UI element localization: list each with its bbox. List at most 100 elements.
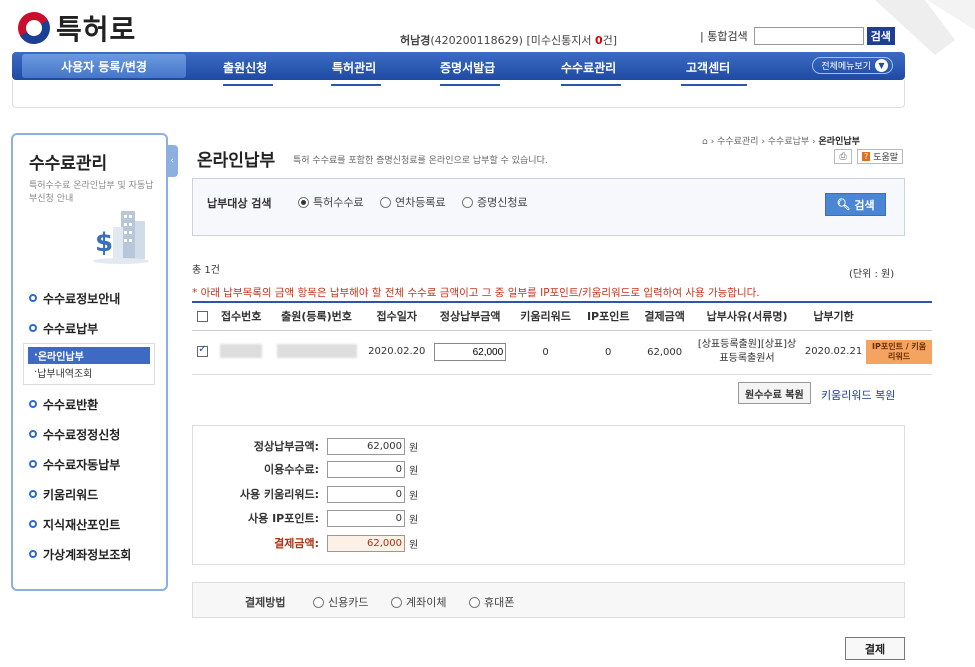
summary-fee-row: 이용수수료: 0 원 <box>193 459 453 479</box>
nav-underline <box>561 84 621 86</box>
sidebar-item-ip-point[interactable]: 지식재산포인트 <box>29 509 159 539</box>
row-point: 0 <box>580 330 637 375</box>
bullet-icon <box>29 550 37 558</box>
payment-target-search: 납부대상 검색 특허수수료 연차등록료 증명신청료 🔍︎ 검색 <box>192 178 905 236</box>
summary-fee-label: 이용수수료: <box>264 463 319 476</box>
col-deadline: 납부기한 <box>800 301 867 331</box>
receipt-no-redacted <box>220 343 263 358</box>
breadcrumb-current: 온라인납부 <box>818 137 860 147</box>
search-button[interactable]: 🔍︎ 검색 <box>825 193 886 216</box>
sidebar-item-fee-correction[interactable]: 수수료정정신청 <box>29 419 159 449</box>
integrated-search-button[interactable]: 검색 <box>866 27 895 45</box>
radio-mobile[interactable]: 휴대폰 <box>469 594 514 610</box>
col-application-no: 출원(등록)번호 <box>268 301 365 331</box>
restore-fee-button[interactable]: 원수수료 복원 <box>738 382 811 404</box>
sidebar-item-fee-refund[interactable]: 수수료반환 <box>29 389 159 419</box>
summary-normal-value: 62,000 <box>327 437 405 455</box>
nav-item-application[interactable]: 출원신청 <box>223 59 267 76</box>
sidebar-item-auto-payment[interactable]: 수수료자동납부 <box>29 449 159 479</box>
integrated-search-input[interactable] <box>753 27 864 45</box>
nav-item-certificate[interactable]: 증명서발급 <box>440 59 495 76</box>
restore-reward-link[interactable]: 키움리워드 복원 <box>821 387 895 403</box>
select-all-checkbox[interactable] <box>197 311 209 323</box>
row-pay-amount: 62,000 <box>636 330 694 375</box>
sidebar-menu: 수수료정보안내 수수료납부 · 온라인납부 · 납부내역조회 수수료반환 수수료… <box>23 283 159 569</box>
pay-button[interactable]: 결제 <box>845 637 905 660</box>
payment-method: 결제방법 신용카드 계좌이체 휴대폰 <box>192 582 905 618</box>
breadcrumb: ⌂ › 수수료관리 › 수수료납부 › 온라인납부 <box>702 137 860 147</box>
payment-method-label: 결제방법 <box>245 596 286 609</box>
col-receipt-date: 접수일자 <box>364 301 430 331</box>
user-id: (420200118629) <box>430 34 523 47</box>
row-receipt-date: 2020.02.20 <box>364 330 430 375</box>
taegeuk-logo-icon <box>12 6 56 50</box>
sidebar-subitem-payment-history[interactable]: · 납부내역조회 <box>28 364 150 381</box>
payment-table: 접수번호 출원(등록)번호 접수일자 정상납부금액 키움리워드 IP포인트 결제… <box>192 301 932 375</box>
sidebar-desc: 특허수수료 온라인납부 및 자동납부신청 안내 <box>29 181 154 204</box>
nav-item-patent-management[interactable]: 특허관리 <box>332 59 376 76</box>
page-title: 온라인납부 <box>197 151 276 171</box>
nav-item-customer-center[interactable]: 고객센터 <box>686 59 730 76</box>
bullet-icon <box>29 520 37 528</box>
col-pay-amount: 결제금액 <box>636 301 694 331</box>
nav-item-fee-management[interactable]: 수수료관리 <box>561 59 616 76</box>
radio-bank-transfer[interactable]: 계좌이체 <box>391 594 446 610</box>
user-info: 허남경(420200118629) [미수신통지서 0건] <box>400 32 617 48</box>
nav-underline <box>681 84 747 86</box>
summary-point-row: 사용 IP포인트: 0 원 <box>193 508 453 528</box>
global-nav: 사용자 등록/변경 출원신청 특허관리 증명서발급 수수료관리 고객센터 전체메… <box>12 52 905 80</box>
nav-underline <box>440 84 500 86</box>
won-label: 원 <box>409 539 419 551</box>
nav-user-register[interactable]: 사용자 등록/변경 <box>22 54 186 78</box>
radio-certificate-fee[interactable]: 증명신청료 <box>462 194 528 210</box>
svg-text:$: $ <box>95 228 113 258</box>
summary-pay-value: 62,000 <box>327 534 405 552</box>
breadcrumb-item[interactable]: 수수료관리 <box>717 137 758 147</box>
sidebar-item-virtual-account[interactable]: 가상계좌정보조회 <box>29 539 159 569</box>
print-icon[interactable]: ⎙ <box>834 149 852 164</box>
won-label: 원 <box>409 514 419 526</box>
radio-patent-fee[interactable]: 특허수수료 <box>298 194 364 210</box>
inbox-link[interactable]: [미수신통지서 0건] <box>526 34 617 47</box>
summary-normal-label: 정상납부금액: <box>253 440 319 453</box>
bullet-icon <box>29 490 37 498</box>
sidebar-collapse-handle[interactable]: ‹ <box>166 145 178 177</box>
integrated-search: | 통합검색 검색 <box>700 27 895 45</box>
won-label: 원 <box>409 465 419 477</box>
bullet-icon <box>29 460 37 468</box>
radio-credit-card[interactable]: 신용카드 <box>313 594 368 610</box>
sidebar-item-kium-reward[interactable]: 키움리워드 <box>29 479 159 509</box>
won-label: 원 <box>409 442 419 454</box>
row-reason: [상표등록출원][상표]상표등록출원서 <box>693 330 801 375</box>
row-checkbox[interactable] <box>197 344 209 358</box>
ip-point-reward-button[interactable]: IP포인트 / 키움리워드 <box>866 340 932 364</box>
help-button[interactable]: ? 도움말 <box>857 149 904 164</box>
home-icon[interactable]: ⌂ <box>702 137 708 147</box>
row-deadline: 2020.02.21 <box>800 330 867 375</box>
col-ip-point: IP포인트 <box>580 301 637 331</box>
sidebar-subitem-online-payment[interactable]: · 온라인납부 <box>28 347 150 364</box>
summary-pay-row: 결제금액: 62,000 원 <box>193 533 453 553</box>
total-count: 총 1건 <box>192 265 220 276</box>
sidebar-title: 수수료관리 <box>29 154 108 174</box>
inbox-count: 0 <box>594 34 603 47</box>
sidebar-submenu: · 온라인납부 · 납부내역조회 <box>23 343 155 385</box>
breadcrumb-item[interactable]: 수수료납부 <box>768 137 809 147</box>
col-normal-amount: 정상납부금액 <box>429 301 511 331</box>
search-target-label: 납부대상 검색 <box>207 197 272 210</box>
bullet-icon <box>29 294 37 302</box>
page-description: 특허 수수료를 포함한 증명신청료를 온라인으로 납부할 수 있습니다. <box>293 156 548 166</box>
summary-reward-value: 0 <box>327 485 405 503</box>
normal-amount-input[interactable] <box>434 343 507 361</box>
sidebar-item-fee-info[interactable]: 수수료정보안내 <box>29 283 159 313</box>
radio-annual-fee[interactable]: 연차등록료 <box>380 194 446 210</box>
application-no-redacted <box>276 343 357 358</box>
col-kium-reward: 키움리워드 <box>510 301 581 331</box>
all-menu-button[interactable]: 전체메뉴보기 ▼ <box>812 57 893 74</box>
all-menu-label: 전체메뉴보기 <box>821 62 871 72</box>
summary-reward-label: 사용 키움리워드: <box>239 488 319 501</box>
sidebar-item-fee-payment[interactable]: 수수료납부 <box>29 313 159 343</box>
logo[interactable]: 특허로 <box>12 6 137 50</box>
question-icon: ? <box>862 152 871 161</box>
logo-text: 특허로 <box>56 13 137 46</box>
